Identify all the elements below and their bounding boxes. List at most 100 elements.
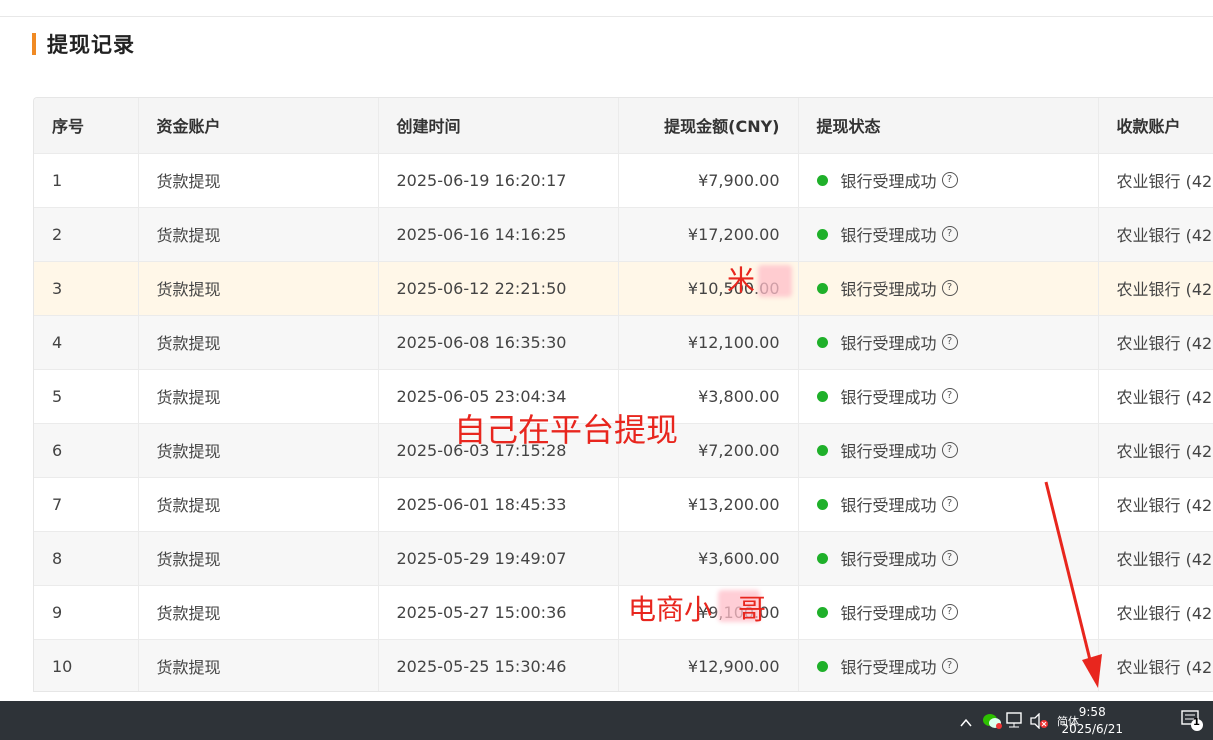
status-text: 银行受理成功 [840, 604, 937, 623]
cell-no: 4 [34, 315, 139, 370]
status-success-dot-icon [816, 606, 828, 618]
cell-payee: 农业银行 (42 [1098, 207, 1213, 262]
cell-time: 2025-05-27 15:00:36 [378, 585, 619, 640]
col-header-status: 提现状态 [798, 98, 1099, 154]
help-icon[interactable]: ? [941, 658, 958, 674]
cell-payee: 农业银行 (42 [1098, 477, 1213, 532]
status-text: 银行受理成功 [840, 388, 937, 407]
notification-center-icon[interactable]: 1 [1181, 710, 1203, 731]
status-success-dot-icon [816, 390, 828, 402]
cell-time: 2025-05-25 15:30:46 [378, 639, 619, 691]
cell-payee: 农业银行 (42 [1098, 261, 1213, 316]
cell-status: 银行受理成功? [798, 207, 1099, 262]
cell-time: 2025-06-19 16:20:17 [378, 153, 619, 208]
col-header-amount: 提现金额(CNY) [618, 98, 799, 154]
col-header-payee: 收款账户 [1098, 98, 1213, 154]
status-text: 银行受理成功 [840, 280, 937, 299]
status-text: 银行受理成功 [840, 496, 937, 515]
cell-status: 银行受理成功? [798, 315, 1099, 370]
help-icon[interactable]: ? [941, 280, 958, 296]
status-success-dot-icon [816, 660, 828, 672]
section-header: 提现记录 [32, 30, 135, 58]
clock-time: 9:58 [1078, 705, 1106, 719]
cell-no: 3 [34, 261, 139, 316]
cell-amount: ¥7,900.00 [618, 153, 799, 208]
cell-account: 货款提现 [138, 153, 379, 208]
cell-no: 7 [34, 477, 139, 532]
table-row[interactable]: 2 货款提现 2025-06-16 14:16:25 ¥17,200.00 银行受理成功… [34, 207, 1213, 262]
cell-no: 5 [34, 369, 139, 424]
cell-account: 货款提现 [138, 585, 379, 640]
col-header-no: 序号 [34, 98, 139, 154]
title-accent-bar [32, 33, 36, 55]
cell-time: 2025-06-16 14:16:25 [378, 207, 619, 262]
help-icon[interactable]: ? [941, 496, 958, 512]
status-text: 银行受理成功 [840, 550, 937, 569]
system-clock[interactable]: 9:58 2025/6/21 [1061, 704, 1123, 738]
cell-payee: 农业银行 (42 [1098, 369, 1213, 424]
status-success-dot-icon [816, 336, 828, 348]
cell-account: 货款提现 [138, 639, 379, 691]
cell-payee: 农业银行 (42 [1098, 639, 1213, 691]
cell-account: 货款提现 [138, 531, 379, 586]
cell-status: 银行受理成功? [798, 369, 1099, 424]
table-row[interactable]: 1 货款提现 2025-06-19 16:20:17 ¥7,900.00 银行受理成功?… [34, 153, 1213, 208]
cell-amount: ¥12,100.00 [618, 315, 799, 370]
privacy-blur [758, 265, 792, 297]
network-icon[interactable] [1006, 712, 1024, 733]
cell-payee: 农业银行 (42 [1098, 585, 1213, 640]
top-divider [0, 16, 1213, 17]
status-text: 银行受理成功 [840, 172, 937, 191]
status-success-dot-icon [816, 552, 828, 564]
status-success-dot-icon [816, 228, 828, 240]
cell-amount: ¥13,200.00 [618, 477, 799, 532]
cell-payee: 农业银行 (42 [1098, 153, 1213, 208]
windows-taskbar: 简体 9:58 2025/6/21 1 [0, 701, 1213, 740]
status-success-dot-icon [816, 498, 828, 510]
table-header-row: 序号 资金账户 创建时间 提现金额(CNY) 提现状态 收款账户 [34, 98, 1213, 154]
help-icon[interactable]: ? [941, 226, 958, 242]
status-text: 银行受理成功 [840, 442, 937, 461]
cell-payee: 农业银行 (42 [1098, 423, 1213, 478]
cell-account: 货款提现 [138, 315, 379, 370]
status-success-dot-icon [816, 282, 828, 294]
cell-status: 银行受理成功? [798, 423, 1099, 478]
cell-no: 1 [34, 153, 139, 208]
chevron-up-icon[interactable] [960, 713, 972, 732]
cell-no: 8 [34, 531, 139, 586]
volume-muted-icon[interactable] [1030, 712, 1048, 733]
table-row[interactable]: 7 货款提现 2025-06-01 18:45:33 ¥13,200.00 银行受理成功… [34, 477, 1213, 532]
status-success-dot-icon [816, 444, 828, 456]
cell-amount: ¥12,900.00 [618, 639, 799, 691]
help-icon[interactable]: ? [941, 334, 958, 350]
cell-account: 货款提现 [138, 369, 379, 424]
cell-amount: ¥3,600.00 [618, 531, 799, 586]
help-icon[interactable]: ? [941, 388, 958, 404]
help-icon[interactable]: ? [941, 550, 958, 566]
col-header-account: 资金账户 [138, 98, 379, 154]
help-icon[interactable]: ? [941, 172, 958, 188]
table-row[interactable]: 8 货款提现 2025-05-29 19:49:07 ¥3,600.00 银行受理成功?… [34, 531, 1213, 586]
cell-status: 银行受理成功? [798, 261, 1099, 316]
status-text: 银行受理成功 [840, 226, 937, 245]
table-row[interactable]: 3 货款提现 2025-06-12 22:21:50 ¥10,500.00 银行受理成功… [34, 261, 1213, 316]
cell-no: 10 [34, 639, 139, 691]
cell-time: 2025-06-08 16:35:30 [378, 315, 619, 370]
table-row[interactable]: 4 货款提现 2025-06-08 16:35:30 ¥12,100.00 银行受理成功… [34, 315, 1213, 370]
status-success-dot-icon [816, 174, 828, 186]
table-row[interactable]: 10 货款提现 2025-05-25 15:30:46 ¥12,900.00 银行受理成… [34, 639, 1213, 691]
red-arrow [1044, 481, 1102, 688]
cell-no: 2 [34, 207, 139, 262]
cell-account: 货款提现 [138, 207, 379, 262]
cell-account: 货款提现 [138, 261, 379, 316]
cell-no: 6 [34, 423, 139, 478]
help-icon[interactable]: ? [941, 442, 958, 458]
status-text: 银行受理成功 [840, 658, 937, 677]
cell-payee: 农业银行 (42 [1098, 315, 1213, 370]
table-row[interactable]: 9货款提现2025-05-27 15:00:36¥9,100.00银行受理成功?… [34, 585, 1213, 640]
help-icon[interactable]: ? [941, 604, 958, 620]
annotation-mi: 米 [727, 264, 756, 297]
wechat-icon[interactable] [982, 712, 1002, 733]
annotation-ecom-suffix: 哥 [738, 593, 767, 626]
annotation-ecom: 电商小哥 [628, 588, 766, 628]
